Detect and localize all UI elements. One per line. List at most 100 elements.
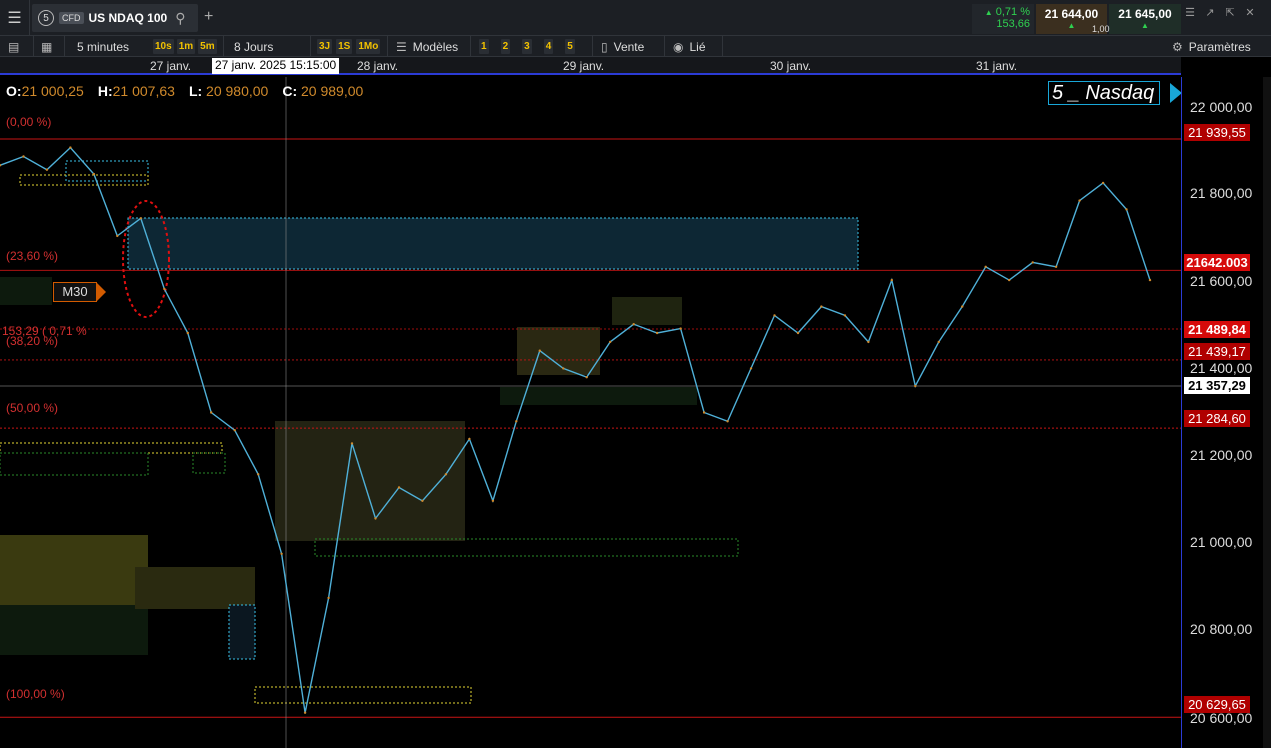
layout-icon[interactable]: ▦ — [33, 36, 58, 57]
linked-button[interactable]: ◉ Lié — [664, 36, 706, 57]
price-tag-fib-50: 21 284,60 — [1184, 410, 1250, 427]
search-icon[interactable]: ⚲ — [175, 10, 185, 27]
window-controls: ☰ ↗ ⇱ ✕ — [1184, 6, 1256, 19]
instrument-tab[interactable]: 5 CFD US NDAQ 100 ⚲ — [32, 4, 198, 32]
price-point — [45, 168, 49, 171]
price-point — [820, 305, 823, 308]
fvg-box[interactable] — [19, 174, 149, 186]
price-point — [233, 429, 236, 432]
price-point — [163, 287, 166, 291]
low-label: L: — [188, 83, 203, 99]
price-point — [609, 340, 612, 344]
supply-zone — [0, 535, 148, 605]
demand-box[interactable] — [0, 452, 149, 476]
eye-icon: ◉ — [673, 39, 684, 54]
fvg-box[interactable] — [0, 442, 223, 454]
price-point — [280, 552, 283, 555]
period-1s[interactable]: 1S — [336, 39, 353, 54]
gear-icon: ⚙ — [1172, 39, 1183, 54]
price-point — [444, 473, 448, 476]
date-axis: 27 janv. 28 janv. 29 janv. 30 janv. 31 j… — [0, 57, 1181, 75]
spread-value: 1,00 — [1092, 24, 1110, 34]
period-3j[interactable]: 3J — [317, 39, 333, 54]
fib-label-23-6: (23,60 %) — [6, 249, 59, 263]
fvg-box[interactable] — [254, 686, 472, 704]
templates-icon: ☰ — [396, 39, 407, 54]
ask-button[interactable]: 21 645,00 ▲ — [1109, 4, 1181, 34]
toolbar-divider — [722, 36, 723, 57]
chart-canvas[interactable] — [0, 77, 1181, 748]
chart-watermark[interactable]: 5 _ Nasdaq — [1048, 81, 1160, 105]
demand-zone — [500, 387, 697, 405]
price-point — [139, 217, 142, 220]
demand-box[interactable] — [192, 452, 226, 474]
settings-label: Paramètres — [1188, 39, 1251, 54]
demand-box[interactable] — [314, 538, 739, 557]
date-label: 29 janv. — [563, 59, 605, 73]
supply-zone — [275, 421, 465, 541]
price-tag-change: 21 489,84 — [1184, 321, 1250, 338]
price-tick: 21 400,00 — [1190, 360, 1253, 376]
price-axis[interactable]: 22 000,00 21 800,00 21 600,00 21 400,00 … — [1181, 77, 1271, 748]
fib-label-50: (50,00 %) — [6, 401, 59, 415]
linked-label: Lié — [689, 39, 706, 54]
popout-icon[interactable]: ⇱ — [1224, 6, 1236, 19]
supply-zone — [135, 567, 255, 609]
vertical-scrollbar[interactable] — [1263, 77, 1271, 748]
list-icon[interactable]: ☰ — [1184, 6, 1196, 19]
demand-zone — [0, 277, 52, 305]
price-point — [374, 517, 377, 520]
template-slot-5[interactable]: 5 — [565, 39, 575, 54]
template-slot-2[interactable]: 2 — [500, 39, 511, 54]
interval-1m[interactable]: 1m — [176, 39, 196, 54]
price-point — [69, 146, 72, 149]
price-point — [538, 349, 541, 352]
order-block[interactable] — [65, 160, 149, 182]
ask-price: 21 645,00 — [1118, 7, 1172, 21]
expand-icon[interactable]: ↗ — [1204, 6, 1216, 19]
templates-button[interactable]: ☰ Modèles — [387, 36, 458, 57]
price-point — [961, 305, 964, 308]
close-value: 20 989,00 — [301, 83, 364, 99]
low-value: 20 980,00 — [206, 83, 269, 99]
price-point — [702, 411, 706, 414]
price-point — [914, 384, 917, 388]
crosshair-date: 27 janv. 2025 15:15:00 — [212, 58, 340, 74]
price-point — [303, 711, 307, 714]
price-point — [726, 420, 729, 423]
instrument-name: US NDAQ 100 — [88, 11, 168, 25]
template-slot-1[interactable]: 1 — [479, 39, 489, 54]
template-slot-3[interactable]: 3 — [522, 39, 532, 54]
order-block[interactable] — [228, 604, 256, 660]
interval-dropdown[interactable]: 5 minutes — [64, 36, 129, 57]
template-slot-4[interactable]: 4 — [543, 39, 554, 54]
interval-10s[interactable]: 10s — [153, 39, 174, 54]
tab-number: 5 — [38, 10, 54, 26]
sell-button[interactable]: ▯ Vente — [592, 36, 644, 57]
order-block[interactable] — [127, 217, 859, 270]
period-dropdown[interactable]: 8 Jours — [223, 36, 273, 57]
price-tag-fib-38: 21 439,17 — [1184, 343, 1250, 360]
price-tick: 20 800,00 — [1190, 621, 1253, 637]
close-icon[interactable]: ✕ — [1244, 6, 1256, 19]
date-label: 27 janv. — [150, 59, 192, 73]
price-point — [210, 411, 213, 414]
price-point — [585, 376, 588, 379]
hamburger-icon[interactable]: ☰ — [0, 0, 30, 36]
price-point — [468, 437, 471, 441]
price-point — [1125, 208, 1128, 211]
price-point — [186, 331, 189, 335]
period-1mo[interactable]: 1Mo — [356, 39, 381, 54]
chart-toolbar: ▤ ▦ 5 minutes 10s 1m 5m 8 Jours 3J 1S 1M… — [0, 36, 1271, 57]
date-label: 28 janv. — [357, 59, 399, 73]
price-point — [515, 420, 518, 423]
price-chart[interactable]: O:21 000,25 H:21 007,63 L: 20 980,00 C: … — [0, 77, 1271, 748]
open-value: 21 000,25 — [21, 83, 84, 99]
add-tab-icon[interactable]: + — [204, 8, 213, 26]
price-point — [843, 314, 847, 317]
timeframe-tag[interactable]: M30 — [53, 282, 106, 302]
interval-5m[interactable]: 5m — [198, 39, 217, 54]
price-point — [796, 331, 800, 335]
settings-button[interactable]: ⚙ Paramètres — [1172, 36, 1251, 57]
list-view-icon[interactable]: ▤ — [8, 36, 25, 57]
